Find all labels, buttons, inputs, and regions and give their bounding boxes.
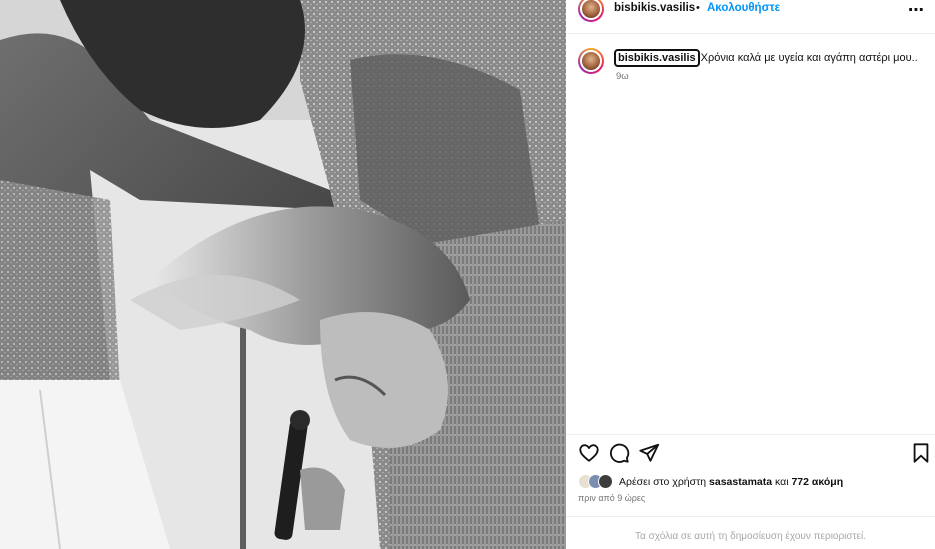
action-bar — [566, 442, 935, 466]
likes-prefix: Αρέσει στο χρήστη — [619, 476, 707, 488]
likes-conjunction: και — [775, 476, 789, 488]
caption-timestamp[interactable]: 9ω — [616, 71, 629, 82]
actions-divider — [566, 434, 935, 435]
caption-avatar[interactable] — [578, 48, 604, 74]
liker-avatars — [578, 474, 614, 490]
separator-dot: • — [696, 2, 700, 14]
author-username[interactable]: bisbikis.vasilis — [614, 2, 695, 14]
likes-summary[interactable]: Αρέσει στο χρήστη sasastamata και 772 ακ… — [578, 474, 928, 490]
follow-button[interactable]: Ακολουθήστε — [707, 2, 780, 14]
likes-count[interactable]: 772 ακόμη — [791, 476, 843, 488]
comments-restricted-notice: Τα σχόλια σε αυτή τη δημοσίευση έχουν πε… — [635, 531, 866, 542]
post-photo[interactable] — [0, 0, 566, 549]
likes-text: Αρέσει στο χρήστη sasastamata και 772 ακ… — [619, 476, 843, 488]
comment-icon[interactable] — [608, 442, 630, 464]
caption-username[interactable]: bisbikis.vasilis — [614, 49, 700, 67]
post-header: bisbikis.vasilis • Ακολουθήστε ⋯ — [566, 0, 935, 24]
comments-divider — [566, 516, 935, 517]
caption-text: Χρόνια καλά με υγεία και αγάπη αστέρι μο… — [700, 52, 918, 64]
heart-icon[interactable] — [578, 442, 600, 464]
post-date[interactable]: πριν από 9 ώρες — [578, 493, 645, 503]
bookmark-icon[interactable] — [910, 442, 932, 464]
share-icon[interactable] — [638, 442, 660, 464]
caption: bisbikis.vasilis Χρόνια καλά με υγεία και… — [614, 49, 918, 67]
liker-avatar — [598, 474, 613, 489]
more-options-icon[interactable]: ⋯ — [908, 0, 925, 20]
photo-artwork — [0, 0, 566, 549]
liker-username[interactable]: sasastamata — [709, 476, 772, 488]
post-side-panel: bisbikis.vasilis • Ακολουθήστε ⋯ bisbiki… — [566, 0, 935, 549]
header-divider — [566, 33, 935, 34]
author-avatar[interactable] — [578, 0, 604, 22]
